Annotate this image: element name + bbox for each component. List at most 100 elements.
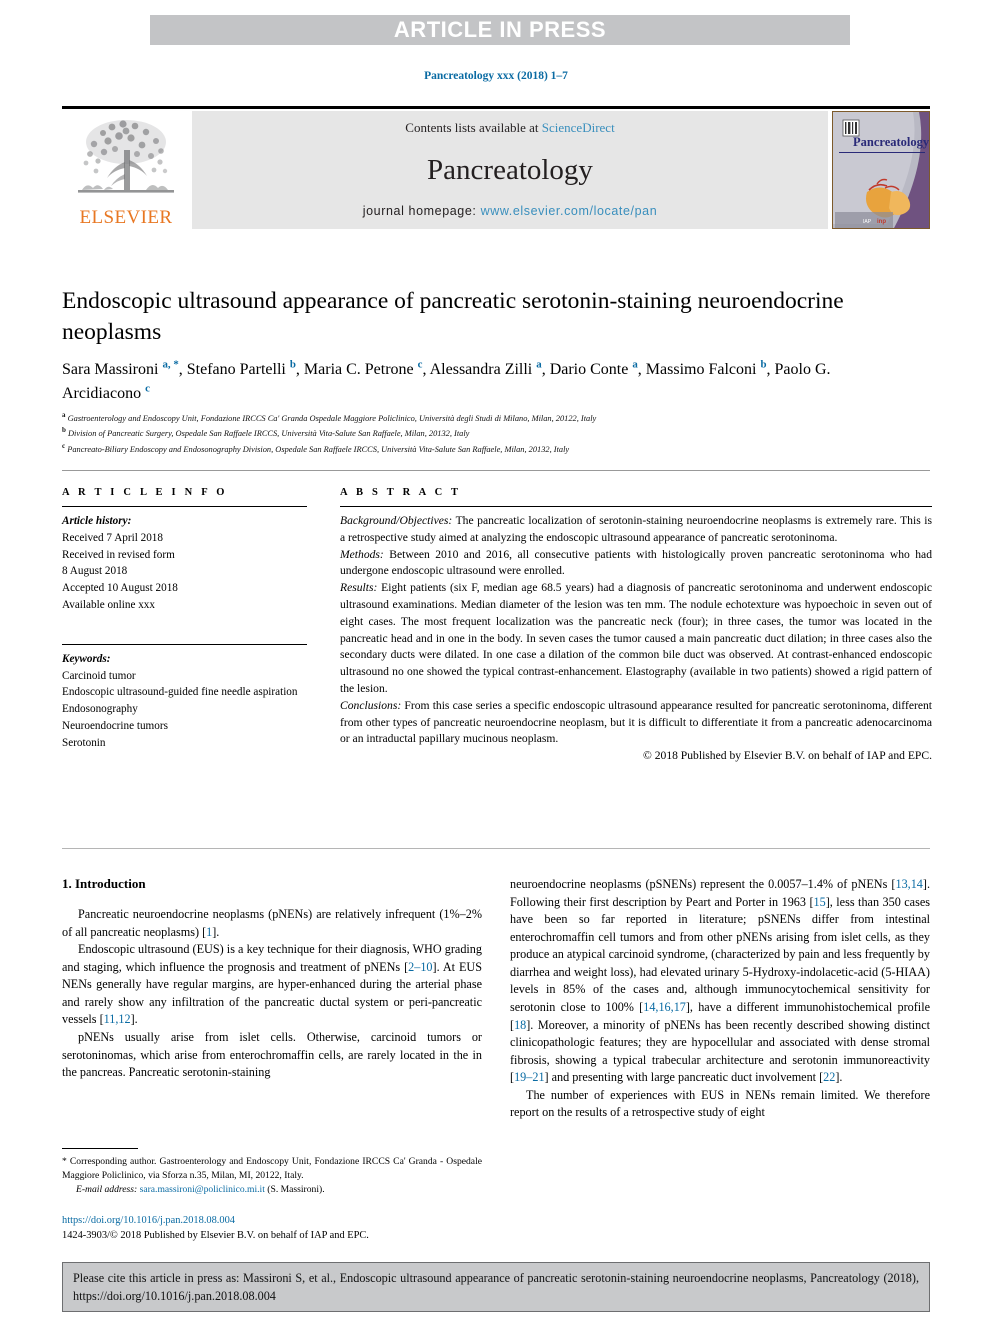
contents-list-line: Contents lists available at ScienceDirec… — [405, 120, 614, 136]
article-in-press-banner: ARTICLE IN PRESS — [150, 15, 850, 45]
doi-link[interactable]: https://doi.org/10.1016/j.pan.2018.08.00… — [62, 1214, 482, 1229]
affiliation-text: Gastroenterology and Endoscopy Unit, Fon… — [67, 413, 597, 423]
elsevier-wordmark: ELSEVIER — [79, 207, 173, 228]
sciencedirect-link[interactable]: ScienceDirect — [542, 120, 615, 135]
author-name: Alessandra Zilli — [429, 361, 533, 379]
affiliation-mark: c — [62, 441, 66, 450]
svg-text:inp: inp — [877, 219, 886, 225]
affiliation-item: b Division of Pancreatic Surgery, Ospeda… — [62, 425, 892, 440]
affiliation-text: Division of Pancreatic Surgery, Ospedale… — [68, 429, 470, 439]
reference-link[interactable]: 11,12 — [104, 1012, 131, 1026]
article-info-heading: A R T I C L E I N F O — [62, 487, 228, 498]
reference-link[interactable]: 19–21 — [514, 1070, 544, 1084]
reference-link[interactable]: 1 — [206, 925, 212, 939]
author-affiliation-mark: a, * — [162, 359, 179, 371]
abstract-rule — [340, 506, 932, 507]
body-paragraph: Endoscopic ultrasound (EUS) is a key tec… — [62, 942, 482, 1027]
author-affiliation-mark: b — [289, 359, 296, 371]
body-paragraph: Pancreatic neuroendocrine neoplasms (pNE… — [62, 907, 482, 939]
keywords-rule — [62, 643, 307, 645]
journal-band: Contents lists available at ScienceDirec… — [192, 111, 828, 229]
reference-link[interactable]: 14,16,17 — [643, 1000, 686, 1014]
keyword-item: Serotonin — [62, 736, 106, 749]
article-info-rule — [62, 506, 307, 507]
keyword-item: Carcinoid tumor — [62, 669, 136, 682]
abstract-section-text: Eight patients (six F, median age 68.5 y… — [340, 581, 932, 695]
abstract-section-label: Background/Objectives: — [340, 514, 453, 527]
journal-cover-art: Pancreatology IAP inp — [833, 112, 930, 228]
reference-link[interactable]: 13,14 — [895, 877, 922, 891]
abstract-section-text: Between 2010 and 2016, all consecutive p… — [340, 547, 932, 578]
body-paragraph: pNENs usually arise from islet cells. Ot… — [62, 1029, 482, 1080]
author-name: Maria C. Petrone — [303, 361, 414, 379]
email-note: E-mail address: sara.massironi@policlini… — [62, 1183, 482, 1197]
history-item: 8 August 2018 — [62, 565, 128, 578]
email-link[interactable]: sara.massironi@policlinico.mi.it — [140, 1184, 265, 1195]
author-name: Stefano Partelli — [186, 361, 286, 379]
author-item: Massimo Falconi b, — [645, 359, 775, 379]
reference-link[interactable]: 2–10 — [408, 960, 432, 974]
introduction-heading: 1. Introduction — [62, 876, 146, 891]
author-name: Massimo Falconi — [645, 361, 757, 379]
reference-link[interactable]: 18 — [514, 1018, 526, 1032]
reference-link[interactable]: 22 — [823, 1070, 835, 1084]
body-column-left: 1. Introduction Pancreatic neuroendocrin… — [62, 876, 482, 1082]
affiliation-mark: b — [62, 426, 66, 435]
journal-title: Pancreatology — [427, 153, 593, 186]
abstract-section: A B S T R A C T Background/Objectives: T… — [340, 487, 932, 765]
abstract-section-text: From this case series a specific endosco… — [340, 698, 932, 746]
keyword-item: Endoscopic ultrasound-guided fine needle… — [62, 686, 298, 699]
journal-reference-line: Pancreatology xxx (2018) 1–7 — [424, 70, 568, 82]
affiliation-item: c Pancreato-Biliary Endoscopy and Endoso… — [62, 441, 892, 456]
homepage-prefix: journal homepage: — [362, 204, 481, 218]
article-info-section: A R T I C L E I N F O Article history: R… — [62, 487, 307, 752]
body-column-right: neuroendocrine neoplasms (pSNENs) repres… — [510, 876, 930, 1122]
footnote-block: * Corresponding author. Gastroenterology… — [62, 1148, 482, 1197]
affiliation-list: a Gastroenterology and Endoscopy Unit, F… — [62, 410, 892, 456]
divider-above-info — [62, 470, 930, 471]
abstract-paragraph: Background/Objectives: The pancreatic lo… — [340, 513, 932, 547]
author-affiliation-mark: b — [760, 359, 767, 371]
history-item: Received in revised form — [62, 548, 175, 561]
keyword-item: Endosonography — [62, 703, 138, 716]
affiliation-text: Pancreato-Biliary Endoscopy and Endosono… — [67, 444, 570, 454]
author-item: Alessandra Zilli a, — [429, 359, 550, 379]
affiliation-mark: a — [62, 411, 66, 419]
journal-homepage-line: journal homepage: www.elsevier.com/locat… — [363, 204, 658, 218]
reference-link[interactable]: 15 — [814, 895, 826, 909]
affiliation-item: a Gastroenterology and Endoscopy Unit, F… — [62, 410, 892, 425]
abstract-section-label: Conclusions: — [340, 698, 402, 712]
journal-homepage-link[interactable]: www.elsevier.com/locate/pan — [481, 204, 658, 218]
elsevier-tree-icon — [78, 120, 174, 193]
abstract-paragraph: Methods: Between 2010 and 2016, all cons… — [340, 547, 932, 581]
author-item: Sara Massironi a, *, — [62, 359, 187, 379]
email-label: E-mail address: — [76, 1184, 138, 1195]
page-title: Endoscopic ultrasound appearance of panc… — [62, 288, 844, 346]
title-block: Endoscopic ultrasound appearance of panc… — [62, 286, 862, 349]
author-item: Stefano Partelli b, — [186, 359, 304, 379]
citation-text: Please cite this article in press as: Ma… — [73, 1271, 919, 1303]
keywords-block: Keywords: Carcinoid tumor Endoscopic ult… — [62, 651, 307, 752]
history-item: Received 7 April 2018 — [62, 531, 163, 544]
author-affiliation-mark: a — [632, 359, 638, 371]
author-name: Dario Conte — [549, 361, 629, 379]
abstract-heading: A B S T R A C T — [340, 487, 462, 498]
abstract-section-label: Results: — [340, 581, 378, 595]
article-history-label: Article history: — [62, 515, 132, 527]
abstract-body: Background/Objectives: The pancreatic lo… — [340, 513, 932, 765]
keyword-item: Neuroendocrine tumors — [62, 719, 168, 732]
body-paragraph: The number of experiences with EUS in NE… — [510, 1087, 930, 1120]
elsevier-logo: ELSEVIER — [62, 111, 190, 229]
author-list: Sara Massironi a, *, Stefano Partelli b,… — [62, 358, 862, 406]
svg-text:IAP: IAP — [863, 219, 872, 225]
svg-text:Pancreatology: Pancreatology — [853, 135, 930, 149]
abstract-paragraph: Conclusions: From this case series a spe… — [340, 698, 932, 748]
abstract-section-label: Methods: — [340, 547, 384, 561]
author-item: Maria C. Petrone c, — [303, 359, 430, 379]
author-name: Sara Massironi — [62, 361, 159, 379]
article-in-press-label: ARTICLE IN PRESS — [393, 17, 607, 42]
author-affiliation-mark: a — [536, 359, 542, 371]
keywords-label: Keywords: — [62, 652, 111, 665]
history-item: Accepted 10 August 2018 — [62, 582, 178, 595]
journal-cover-thumbnail: Pancreatology IAP inp — [832, 111, 930, 229]
